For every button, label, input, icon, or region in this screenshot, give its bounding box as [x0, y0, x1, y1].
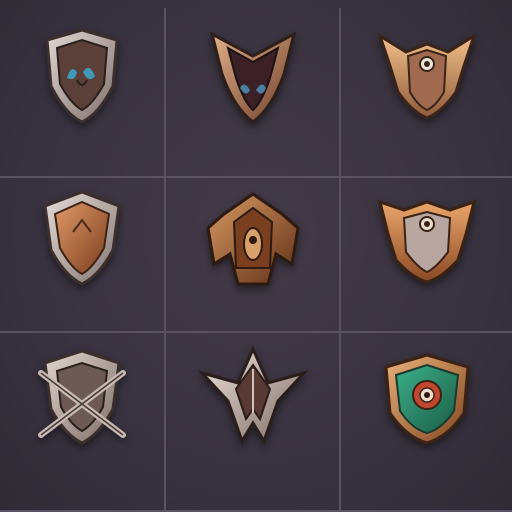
emblem-cell-7[interactable] — [0, 333, 166, 512]
emblem-cell-6[interactable] — [341, 178, 512, 333]
horned-dark-shield-icon — [209, 31, 296, 124]
emerald-shield-eye-icon — [383, 353, 470, 445]
emblem-cell-8[interactable] — [166, 333, 341, 512]
spiked-dark-crest-icon — [197, 345, 308, 445]
emblem-cell-1[interactable] — [0, 8, 166, 178]
emblem-cell-3[interactable] — [341, 8, 512, 178]
ornate-bronze-crest-icon — [205, 192, 300, 286]
silver-shield-blue-gem-icon — [45, 28, 119, 124]
winged-bronze-shield-eye-icon — [376, 32, 477, 120]
emblem-cell-9[interactable] — [341, 333, 512, 512]
emblem-cell-5[interactable] — [166, 178, 341, 333]
emblem-sheet — [0, 0, 512, 512]
emblem-grid — [0, 8, 512, 512]
emblem-cell-4[interactable] — [0, 178, 166, 333]
copper-kite-shield-icon — [43, 190, 121, 286]
crossed-swords-shield-icon — [38, 349, 126, 445]
emblem-cell-2[interactable] — [166, 8, 341, 178]
copper-winged-shield-eye-icon — [377, 199, 476, 284]
